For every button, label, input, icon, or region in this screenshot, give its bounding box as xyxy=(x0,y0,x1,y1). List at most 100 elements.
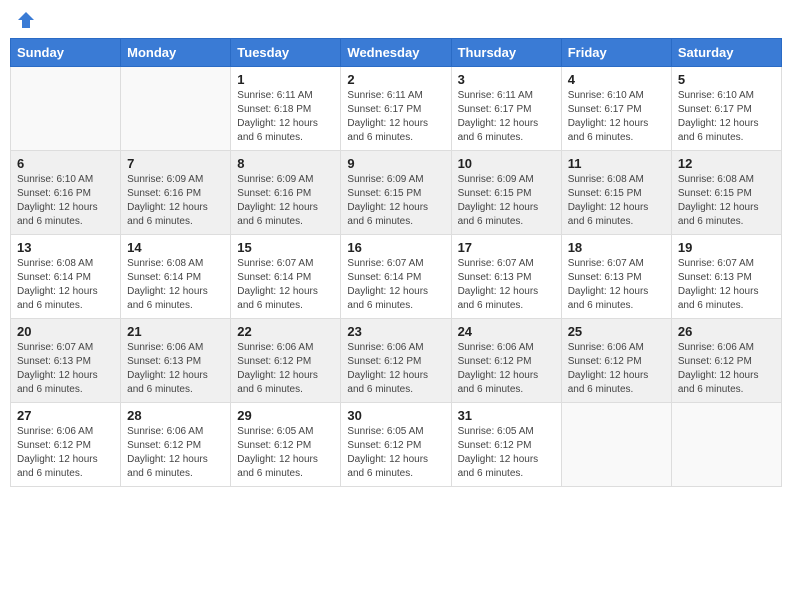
day-number: 2 xyxy=(347,72,444,87)
day-number: 3 xyxy=(458,72,555,87)
calendar-week-row: 27 Sunrise: 6:06 AM Sunset: 6:12 PM Dayli… xyxy=(11,403,782,487)
day-number: 24 xyxy=(458,324,555,339)
calendar-cell: 26 Sunrise: 6:06 AM Sunset: 6:12 PM Dayli… xyxy=(671,319,781,403)
calendar-week-row: 1 Sunrise: 6:11 AM Sunset: 6:18 PM Daylig… xyxy=(11,67,782,151)
day-info: Sunrise: 6:10 AM Sunset: 6:17 PM Dayligh… xyxy=(678,89,775,145)
calendar-cell: 18 Sunrise: 6:07 AM Sunset: 6:13 PM Dayli… xyxy=(561,235,671,319)
day-number: 26 xyxy=(678,324,775,339)
day-info: Sunrise: 6:09 AM Sunset: 6:16 PM Dayligh… xyxy=(237,173,334,229)
day-header-friday: Friday xyxy=(561,39,671,67)
day-number: 30 xyxy=(347,408,444,423)
day-number: 19 xyxy=(678,240,775,255)
calendar-cell xyxy=(121,67,231,151)
day-info: Sunrise: 6:11 AM Sunset: 6:17 PM Dayligh… xyxy=(347,89,444,145)
day-info: Sunrise: 6:09 AM Sunset: 6:15 PM Dayligh… xyxy=(458,173,555,229)
day-number: 20 xyxy=(17,324,114,339)
day-number: 17 xyxy=(458,240,555,255)
day-number: 11 xyxy=(568,156,665,171)
calendar-cell: 6 Sunrise: 6:10 AM Sunset: 6:16 PM Daylig… xyxy=(11,151,121,235)
calendar-cell: 9 Sunrise: 6:09 AM Sunset: 6:15 PM Daylig… xyxy=(341,151,451,235)
calendar-week-row: 20 Sunrise: 6:07 AM Sunset: 6:13 PM Dayli… xyxy=(11,319,782,403)
day-info: Sunrise: 6:09 AM Sunset: 6:15 PM Dayligh… xyxy=(347,173,444,229)
day-number: 23 xyxy=(347,324,444,339)
day-number: 27 xyxy=(17,408,114,423)
day-number: 14 xyxy=(127,240,224,255)
day-info: Sunrise: 6:06 AM Sunset: 6:13 PM Dayligh… xyxy=(127,341,224,397)
calendar-cell: 29 Sunrise: 6:05 AM Sunset: 6:12 PM Dayli… xyxy=(231,403,341,487)
day-header-wednesday: Wednesday xyxy=(341,39,451,67)
day-info: Sunrise: 6:08 AM Sunset: 6:15 PM Dayligh… xyxy=(568,173,665,229)
calendar-cell: 20 Sunrise: 6:07 AM Sunset: 6:13 PM Dayli… xyxy=(11,319,121,403)
day-info: Sunrise: 6:11 AM Sunset: 6:18 PM Dayligh… xyxy=(237,89,334,145)
day-number: 13 xyxy=(17,240,114,255)
calendar-cell: 12 Sunrise: 6:08 AM Sunset: 6:15 PM Dayli… xyxy=(671,151,781,235)
day-info: Sunrise: 6:07 AM Sunset: 6:14 PM Dayligh… xyxy=(237,257,334,313)
day-number: 31 xyxy=(458,408,555,423)
day-info: Sunrise: 6:08 AM Sunset: 6:15 PM Dayligh… xyxy=(678,173,775,229)
day-info: Sunrise: 6:06 AM Sunset: 6:12 PM Dayligh… xyxy=(568,341,665,397)
logo-icon xyxy=(16,10,36,30)
calendar-cell: 15 Sunrise: 6:07 AM Sunset: 6:14 PM Dayli… xyxy=(231,235,341,319)
day-info: Sunrise: 6:07 AM Sunset: 6:13 PM Dayligh… xyxy=(17,341,114,397)
day-info: Sunrise: 6:06 AM Sunset: 6:12 PM Dayligh… xyxy=(678,341,775,397)
calendar-cell: 27 Sunrise: 6:06 AM Sunset: 6:12 PM Dayli… xyxy=(11,403,121,487)
day-number: 18 xyxy=(568,240,665,255)
day-info: Sunrise: 6:06 AM Sunset: 6:12 PM Dayligh… xyxy=(347,341,444,397)
day-info: Sunrise: 6:06 AM Sunset: 6:12 PM Dayligh… xyxy=(17,425,114,481)
day-info: Sunrise: 6:06 AM Sunset: 6:12 PM Dayligh… xyxy=(127,425,224,481)
calendar-header-row: SundayMondayTuesdayWednesdayThursdayFrid… xyxy=(11,39,782,67)
day-number: 29 xyxy=(237,408,334,423)
calendar-cell: 31 Sunrise: 6:05 AM Sunset: 6:12 PM Dayli… xyxy=(451,403,561,487)
calendar-cell: 24 Sunrise: 6:06 AM Sunset: 6:12 PM Dayli… xyxy=(451,319,561,403)
day-number: 4 xyxy=(568,72,665,87)
logo xyxy=(14,10,36,30)
day-number: 28 xyxy=(127,408,224,423)
day-info: Sunrise: 6:11 AM Sunset: 6:17 PM Dayligh… xyxy=(458,89,555,145)
calendar-cell: 14 Sunrise: 6:08 AM Sunset: 6:14 PM Dayli… xyxy=(121,235,231,319)
day-info: Sunrise: 6:05 AM Sunset: 6:12 PM Dayligh… xyxy=(347,425,444,481)
day-number: 15 xyxy=(237,240,334,255)
day-info: Sunrise: 6:10 AM Sunset: 6:17 PM Dayligh… xyxy=(568,89,665,145)
day-number: 16 xyxy=(347,240,444,255)
day-number: 21 xyxy=(127,324,224,339)
day-number: 12 xyxy=(678,156,775,171)
calendar-week-row: 6 Sunrise: 6:10 AM Sunset: 6:16 PM Daylig… xyxy=(11,151,782,235)
calendar-cell: 17Sunrise: 6:07 AM Sunset: 6:13 PM Dayli… xyxy=(451,235,561,319)
calendar-cell: 7 Sunrise: 6:09 AM Sunset: 6:16 PM Daylig… xyxy=(121,151,231,235)
day-info: Sunrise: 6:07 AM Sunset: 6:14 PM Dayligh… xyxy=(347,257,444,313)
day-info: Sunrise: 6:06 AM Sunset: 6:12 PM Dayligh… xyxy=(458,341,555,397)
calendar-cell: 16 Sunrise: 6:07 AM Sunset: 6:14 PM Dayli… xyxy=(341,235,451,319)
day-info: Sunrise: 6:10 AM Sunset: 6:16 PM Dayligh… xyxy=(17,173,114,229)
day-number: 7 xyxy=(127,156,224,171)
page-header xyxy=(10,10,782,30)
day-info: Sunrise: 6:09 AM Sunset: 6:16 PM Dayligh… xyxy=(127,173,224,229)
day-header-sunday: Sunday xyxy=(11,39,121,67)
day-info: Sunrise: 6:08 AM Sunset: 6:14 PM Dayligh… xyxy=(17,257,114,313)
day-info: Sunrise: 6:08 AM Sunset: 6:14 PM Dayligh… xyxy=(127,257,224,313)
calendar-cell: 30 Sunrise: 6:05 AM Sunset: 6:12 PM Dayli… xyxy=(341,403,451,487)
calendar-cell: 4 Sunrise: 6:10 AM Sunset: 6:17 PM Daylig… xyxy=(561,67,671,151)
day-number: 9 xyxy=(347,156,444,171)
day-number: 8 xyxy=(237,156,334,171)
day-info: Sunrise: 6:05 AM Sunset: 6:12 PM Dayligh… xyxy=(237,425,334,481)
calendar-cell: 19 Sunrise: 6:07 AM Sunset: 6:13 PM Dayli… xyxy=(671,235,781,319)
calendar-cell xyxy=(561,403,671,487)
day-info: Sunrise: 6:07 AM Sunset: 6:13 PM Dayligh… xyxy=(568,257,665,313)
day-number: 10 xyxy=(458,156,555,171)
day-number: 6 xyxy=(17,156,114,171)
day-info: Sunrise: 6:07 AM Sunset: 6:13 PM Dayligh… xyxy=(678,257,775,313)
day-number: 25 xyxy=(568,324,665,339)
calendar-cell: 2 Sunrise: 6:11 AM Sunset: 6:17 PM Daylig… xyxy=(341,67,451,151)
calendar-cell: 11 Sunrise: 6:08 AM Sunset: 6:15 PM Dayli… xyxy=(561,151,671,235)
day-header-saturday: Saturday xyxy=(671,39,781,67)
calendar-cell: 1 Sunrise: 6:11 AM Sunset: 6:18 PM Daylig… xyxy=(231,67,341,151)
day-number: 1 xyxy=(237,72,334,87)
calendar-cell: 21 Sunrise: 6:06 AM Sunset: 6:13 PM Dayli… xyxy=(121,319,231,403)
day-number: 22 xyxy=(237,324,334,339)
calendar-week-row: 13 Sunrise: 6:08 AM Sunset: 6:14 PM Dayli… xyxy=(11,235,782,319)
calendar-cell: 28 Sunrise: 6:06 AM Sunset: 6:12 PM Dayli… xyxy=(121,403,231,487)
day-info: Sunrise: 6:05 AM Sunset: 6:12 PM Dayligh… xyxy=(458,425,555,481)
calendar-cell: 25 Sunrise: 6:06 AM Sunset: 6:12 PM Dayli… xyxy=(561,319,671,403)
calendar-cell: 3 Sunrise: 6:11 AM Sunset: 6:17 PM Daylig… xyxy=(451,67,561,151)
calendar-cell: 23 Sunrise: 6:06 AM Sunset: 6:12 PM Dayli… xyxy=(341,319,451,403)
